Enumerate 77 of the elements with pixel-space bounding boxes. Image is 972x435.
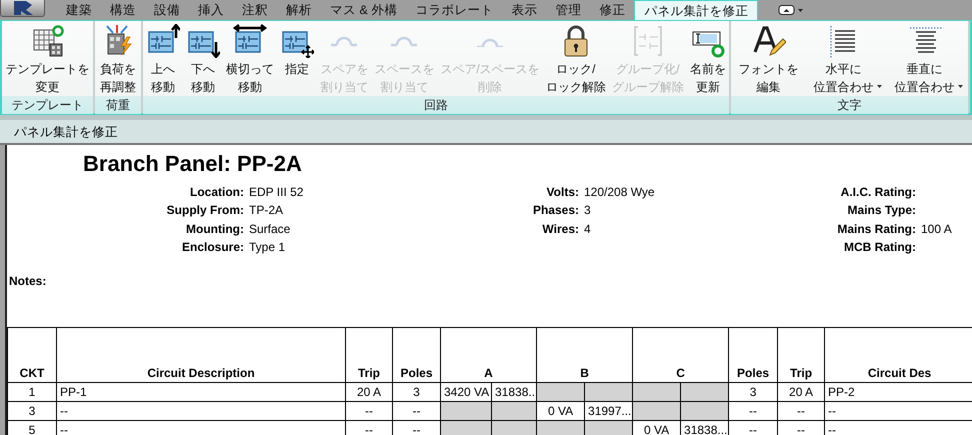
field-value: 120/208 Wye [584, 184, 656, 201]
ribbon-tab[interactable]: 修正 [590, 0, 634, 20]
ribbon-tab[interactable]: パネル集計を修正 [634, 0, 758, 20]
field-label: Mains Type: [846, 202, 916, 220]
caret-icon [876, 85, 882, 88]
ribbon-button[interactable]: 名前を 更新 [688, 24, 728, 96]
ribbon-tab[interactable]: 構造 [101, 0, 145, 20]
minimize-icon [778, 4, 804, 16]
column-header: Poles [728, 328, 778, 383]
font-pencil-icon [752, 24, 786, 58]
ribbon-tab[interactable]: 設備 [145, 0, 189, 20]
notes-label: Notes: [9, 273, 48, 290]
ribbon-button[interactable]: 垂直に 位置合わせ [892, 24, 962, 96]
ribbon-button[interactable]: 上へ 移動 [144, 24, 182, 96]
field-value: 3 [584, 202, 592, 220]
arc-icon [330, 35, 358, 47]
table-cell: -- [56, 402, 346, 421]
ribbon-button[interactable]: 水平に 位置合わせ [812, 24, 882, 96]
panel-title: 回路 [143, 96, 729, 114]
field-label: Location: [189, 184, 244, 201]
field-label: Mounting: [185, 220, 244, 238]
field-value: 100 A [921, 220, 953, 238]
ribbon-button[interactable]: 下へ 移動 [184, 24, 222, 96]
ribbon-tab[interactable]: 注釈 [233, 0, 277, 20]
panel-title: 荷重 [95, 96, 141, 114]
ribbon-button[interactable]: フォントを 編集 [736, 24, 800, 96]
table-cell: -- [346, 402, 392, 421]
field-value: 4 [584, 220, 592, 238]
ribbon-button[interactable]: 指定 [278, 24, 316, 78]
ribbon-tab[interactable]: 管理 [546, 0, 590, 20]
column-header: Trip [346, 328, 392, 383]
table-cell: 20 A [346, 382, 392, 402]
ribbon-tab[interactable]: 表示 [502, 0, 546, 20]
options-bar-label: パネル集計を修正 [0, 120, 972, 145]
ribbon-tab[interactable]: 建築 [57, 0, 101, 20]
ribbon-button[interactable]: 負荷を 再調整 [98, 24, 138, 96]
field-label: Phases: [532, 202, 579, 220]
table-cell: 3 [392, 382, 440, 402]
table-cell: 20 A [778, 382, 825, 402]
field-label: Wires: [541, 220, 579, 238]
field-label: Volts: [546, 184, 579, 201]
app-menu-button[interactable] [0, 0, 45, 17]
table-cell: PP-1 [56, 382, 346, 402]
table-cell: -- [728, 402, 778, 421]
arc-icon [390, 35, 418, 47]
panel-title: テンプレート [2, 96, 93, 114]
ribbon-tab[interactable]: マス & 外構 [321, 0, 406, 20]
ribbon-button[interactable]: 横切って 移動 [224, 24, 276, 96]
column-header: Circuit Description [56, 328, 346, 383]
field-label: MCB Rating: [843, 238, 916, 256]
table-cell: -- [778, 402, 825, 421]
field-label: Enclosure: [180, 238, 244, 256]
field-value: Surface [249, 220, 292, 238]
caret-icon [958, 85, 962, 88]
ribbon-tab[interactable]: 解析 [277, 0, 321, 20]
table-cell: 5 [8, 420, 56, 435]
field-value: EDP III 52 [249, 184, 304, 201]
table-refresh-icon [30, 24, 64, 58]
field-label: Mains Rating: [836, 220, 916, 238]
ribbon-tab[interactable]: 挿入 [189, 0, 233, 20]
column-header: Trip [778, 328, 825, 383]
column-header: CKT [8, 328, 56, 383]
table-cell: 1 [8, 382, 56, 402]
ribbon-tab[interactable]: コラボレート [406, 0, 502, 20]
field-label: A.I.C. Rating: [840, 184, 916, 201]
table-cell: 3 [728, 382, 778, 402]
field-value: Type 1 [249, 238, 286, 256]
schedule-title: Branch Panel: PP-2A [83, 151, 303, 177]
field-value: TP-2A [249, 202, 284, 220]
panel-title: 文字 [731, 96, 968, 114]
column-header: A [440, 328, 537, 383]
ribbon-button[interactable]: テンプレートを 変更 [4, 24, 92, 96]
column-header: Poles [392, 328, 440, 383]
table-cell: 3 [8, 402, 56, 421]
field-label: Supply From: [166, 202, 244, 220]
ribbon-button[interactable]: ロック/ ロック解除 [544, 24, 608, 96]
column-header: Circuit Des [824, 328, 972, 383]
